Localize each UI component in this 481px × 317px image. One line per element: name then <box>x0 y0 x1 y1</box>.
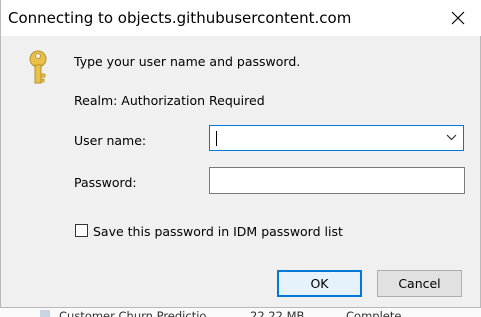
ok-button[interactable]: OK <box>277 270 362 297</box>
window-title: Connecting to objects.githubusercontent.… <box>8 9 352 27</box>
close-button[interactable] <box>435 0 481 36</box>
background-download-list: Customer Churn Predictio 22.22 MB Comple… <box>0 307 481 317</box>
username-label: User name: <box>74 133 147 148</box>
save-password-label[interactable]: Save this password in IDM password list <box>93 224 343 239</box>
title-bar: Connecting to objects.githubusercontent.… <box>1 0 481 36</box>
username-combobox[interactable] <box>209 125 464 151</box>
password-field[interactable] <box>209 167 465 194</box>
close-icon <box>451 11 465 25</box>
realm-text: Realm: Authorization Required <box>74 93 265 108</box>
save-password-checkbox[interactable] <box>75 224 88 237</box>
download-size: 22.22 MB <box>250 309 305 317</box>
download-name: Customer Churn Predictio <box>59 309 207 317</box>
file-icon <box>40 310 50 317</box>
download-status: Complete <box>346 309 402 317</box>
text-caret <box>216 131 217 146</box>
auth-dialog: Connecting to objects.githubusercontent.… <box>0 0 481 308</box>
cancel-button[interactable]: Cancel <box>377 270 462 297</box>
chevron-down-icon[interactable] <box>446 134 457 141</box>
prompt-text: Type your user name and password. <box>74 54 301 69</box>
password-label: Password: <box>74 175 137 190</box>
key-icon <box>29 50 47 84</box>
